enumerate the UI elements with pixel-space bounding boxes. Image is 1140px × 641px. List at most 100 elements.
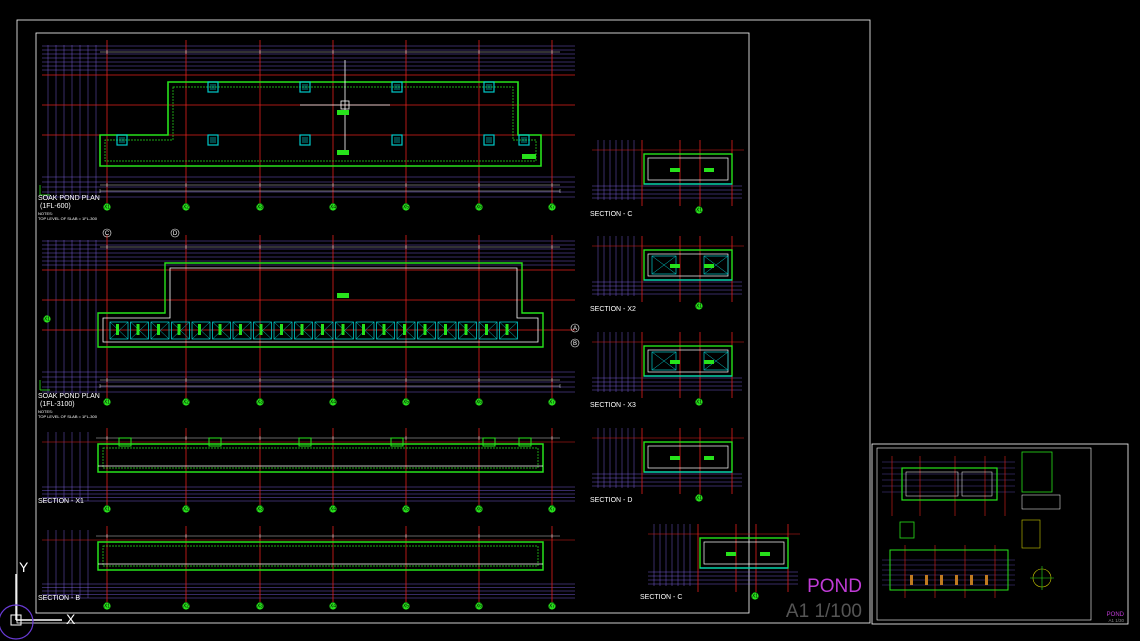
grid-bubble-label: X7 (549, 400, 555, 406)
cell-tag (444, 324, 447, 335)
level-tag (726, 552, 736, 556)
grid-bubble-label: X1 (104, 205, 110, 211)
sheet-title: POND (807, 576, 862, 597)
section-label: SECTION - D (590, 497, 632, 504)
column-fill (486, 84, 492, 90)
plan-title: SOAK POND PLAN (38, 195, 100, 202)
column-fill (394, 137, 400, 143)
plan-note: TOP LEVEL OF SLAB = 1FL-300 (38, 216, 98, 221)
grid-bubble-label: X7 (549, 604, 555, 610)
level-tag (670, 456, 680, 460)
grid-bubble-label: X4 (330, 604, 336, 610)
cell-tag (280, 324, 283, 335)
plan-note: TOP LEVEL OF SLAB = 1FL-300 (38, 414, 98, 419)
cell-tag (136, 324, 140, 335)
grid-bubble-label: X3 (257, 400, 263, 406)
section-label: SECTION - X2 (590, 306, 636, 313)
cell-tag (403, 324, 406, 335)
column-fill (210, 84, 216, 90)
cell-tag (239, 324, 242, 335)
grid-bubble-label: X7 (549, 205, 555, 211)
grid-bubble-label: X1 (696, 400, 702, 406)
section-marker-label: A (573, 326, 577, 332)
grid-bubble-label: X2 (183, 604, 189, 610)
grid-bubble-label: X2 (183, 507, 189, 513)
cell-tag (198, 324, 201, 335)
grid-bubble-label: X5 (403, 400, 409, 406)
thumb-post (910, 575, 913, 585)
section-label: SECTION - C (640, 594, 682, 601)
grid-bubble-label: X4 (330, 507, 336, 513)
cell-tag (218, 324, 222, 335)
cell-tag (362, 324, 365, 335)
grid-bubble-label: X6 (476, 604, 482, 610)
grid-bubble-label: X3 (257, 205, 263, 211)
grid-bubble-label: X2 (183, 400, 189, 406)
level-tag (704, 360, 714, 364)
ucs-x-label: X (66, 611, 76, 627)
modelspace-background (0, 0, 1140, 641)
plan-subtitle: (1FL-600) (40, 203, 71, 210)
grid-bubble-label: X1 (752, 594, 758, 600)
cell-tag (341, 324, 345, 335)
plan-subtitle: (1FL-3100) (40, 401, 75, 408)
thumb-post (970, 575, 973, 585)
grid-bubble-label: X1 (104, 400, 110, 406)
level-tag (760, 552, 770, 556)
section-label: SECTION - X1 (38, 498, 84, 505)
level-tag (337, 110, 349, 115)
level-tag (670, 264, 680, 268)
grid-bubble-label: X4 (330, 205, 336, 211)
level-tag (704, 264, 714, 268)
cell-tag (177, 324, 181, 335)
grid-bubble-label: X4 (330, 400, 336, 406)
thumb-post (985, 575, 988, 585)
section-marker-label: C (105, 231, 110, 237)
thumb-post (925, 575, 928, 585)
cell-tag (157, 324, 160, 335)
grid-bubble-label: X6 (476, 400, 482, 406)
grid-bubble-label: X1 (104, 507, 110, 513)
grid-bubble-label: X3 (257, 507, 263, 513)
grid-bubble-label: X5 (403, 604, 409, 610)
level-tag (337, 293, 349, 298)
section-marker-label: B (573, 341, 577, 347)
column-fill (302, 137, 308, 143)
grid-bubble-label: X2 (183, 205, 189, 211)
cad-drawing-canvas[interactable]: X1 X2 X3 X4 X5 X6 X7 X1 X2 X3 X4 X5 X6 X7 D C A B X1 X1 X2… (0, 0, 1140, 641)
column-fill (302, 84, 308, 90)
grid-bubble-label: X1 (696, 496, 702, 502)
grid-bubble-label: X1 (696, 304, 702, 310)
level-tag (670, 168, 680, 172)
section-label: SECTION - X3 (590, 402, 636, 409)
column-fill (486, 137, 492, 143)
thumb-post (940, 575, 943, 585)
plan-title: SOAK POND PLAN (38, 393, 100, 400)
grid-bubble-label: X5 (403, 205, 409, 211)
cell-tag (464, 324, 468, 335)
sheet-scale: A1 1/100 (786, 601, 862, 622)
grid-bubble-label: X5 (403, 507, 409, 513)
grid-bubble-label: X1 (44, 317, 50, 323)
cell-tag (116, 324, 119, 335)
grid-bubble-label: X6 (476, 205, 482, 211)
cell-tag (382, 324, 386, 335)
level-tag (670, 360, 680, 364)
level-tag (704, 456, 714, 460)
column-fill (119, 137, 125, 143)
grid-bubble-label: X7 (549, 507, 555, 513)
ucs-y-label: Y (19, 559, 29, 575)
thumb-sheet-scale: A1 1/30 (1108, 618, 1124, 623)
grid-bubble-label: X1 (696, 208, 702, 214)
cell-tag (505, 324, 509, 335)
cell-tag (300, 324, 304, 335)
column-fill (521, 137, 527, 143)
column-fill (394, 84, 400, 90)
level-tag (704, 168, 714, 172)
cell-tag (423, 324, 427, 335)
cell-tag (259, 324, 263, 335)
cell-tag (485, 324, 488, 335)
section-marker-label: D (173, 231, 178, 237)
grid-bubble-label: X3 (257, 604, 263, 610)
section-label: SECTION - C (590, 211, 632, 218)
